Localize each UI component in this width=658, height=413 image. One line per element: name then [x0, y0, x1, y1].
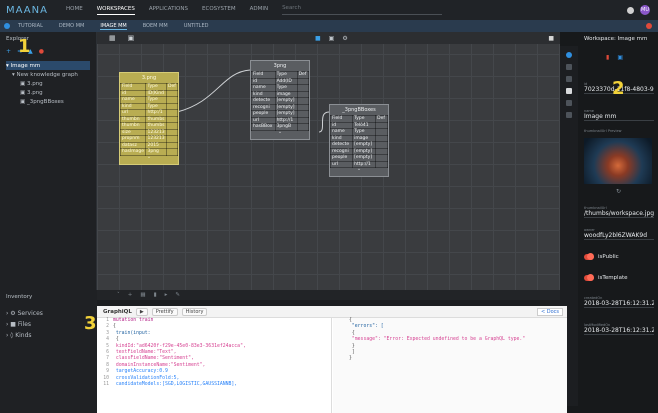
- maana-logo[interactable]: MAANA: [6, 5, 60, 16]
- history-button[interactable]: History: [181, 307, 208, 316]
- node-title: 3.png: [141, 75, 157, 81]
- inventory-title: Inventory: [6, 294, 33, 300]
- node-title: _3pngBBoxes: [342, 107, 376, 113]
- prettify-button[interactable]: Prettify: [151, 307, 178, 316]
- bottom-toolbar: ˅ + ▦ ▮ ▸ ✎: [97, 290, 560, 300]
- workspace-tabs: TUTORIAL DEMO MM IMAGE MM BOEM MM UNTITL…: [18, 23, 208, 30]
- tab-tutorial[interactable]: TUTORIAL: [18, 23, 43, 30]
- table-row[interactable]: hasImage 3png: [119, 148, 179, 156]
- is-template-toggle-row: isTemplate: [584, 274, 628, 281]
- edit-icon[interactable]: ✎: [175, 292, 180, 298]
- search-input[interactable]: Search: [282, 5, 443, 15]
- run-icon[interactable]: ▸: [165, 292, 168, 298]
- inventory-item-files[interactable]: › ■ Files: [6, 319, 91, 330]
- trash-icon[interactable]: ▮: [154, 292, 157, 298]
- save-icon[interactable]: ▣: [617, 54, 623, 61]
- nav-home[interactable]: HOME: [66, 6, 83, 15]
- code-icon[interactable]: [566, 112, 572, 118]
- annotation-marker-1: 1: [18, 36, 31, 57]
- top-nav: HOME WORKSPACES APPLICATIONS ECOSYSTEM A…: [66, 6, 268, 15]
- thumbnail-preview-label: thumbnailUrl Preview: [584, 129, 622, 133]
- tab-demo-mm[interactable]: DEMO MM: [59, 23, 84, 30]
- tab-boem-mm[interactable]: BOEM MM: [143, 23, 168, 30]
- is-template-toggle[interactable]: [584, 274, 594, 281]
- thumbnail-preview-image: [584, 138, 652, 184]
- graph-canvas[interactable]: ▦ ▣ ■ ▣ ⚙ ■ 3.png Field Type Def id ID(Ki…: [97, 32, 560, 290]
- add-icon[interactable]: +: [6, 48, 11, 55]
- refresh-icon[interactable]: ↻: [616, 188, 621, 195]
- field-created-on: createdOn 2018-03-28T16:12:31.249: [584, 296, 654, 308]
- graphiql-title: GraphiQL: [103, 308, 132, 315]
- tree-item-image-mm[interactable]: ▾ Image mm: [6, 61, 90, 70]
- docs-button[interactable]: < Docs: [536, 308, 563, 316]
- table-row[interactable]: hasBBox 3pngB: [251, 123, 310, 131]
- record-icon[interactable]: [646, 23, 652, 29]
- properties-panel: Workspace: Image mm ▮ ▣ id 7023370d-11f8…: [560, 32, 658, 413]
- inventory-item-kinds[interactable]: › ◊ Kinds: [6, 330, 91, 341]
- chevron-up-icon[interactable]: ˄: [120, 156, 178, 164]
- add-icon[interactable]: +: [128, 292, 133, 298]
- tree-item-knowledge-graph[interactable]: ▾ New knowledge graph: [6, 70, 90, 79]
- collapse-icon[interactable]: ˅: [117, 292, 120, 298]
- table-row[interactable]: url http://1: [329, 160, 388, 168]
- trash-icon[interactable]: ▮: [606, 54, 609, 61]
- delete-icon[interactable]: ●: [39, 48, 44, 55]
- annotation-marker-3: 3: [84, 313, 97, 334]
- node-title: 3png: [273, 63, 287, 69]
- nav-applications[interactable]: APPLICATIONS: [149, 6, 188, 15]
- nav-ecosystem[interactable]: ECOSYSTEM: [202, 6, 236, 15]
- eye-icon[interactable]: [566, 64, 572, 70]
- field-name[interactable]: name Image mm: [584, 109, 654, 121]
- graphiql-toolbar: GraphiQL ▶ Prettify History < Docs: [97, 306, 567, 318]
- query-editor[interactable]: 1 mutation train 2{ 3 train(input: 4 { 5 …: [97, 318, 332, 413]
- workspace-menu-icon[interactable]: [4, 23, 10, 29]
- node-fields-table: Field Type Def id ID(Kind name Type kind Ty…: [119, 83, 179, 156]
- explorer-title: Explorer: [6, 36, 29, 42]
- graphiql-panel: GraphiQL ▶ Prettify History < Docs 1 muta…: [97, 306, 567, 413]
- info-icon[interactable]: [566, 52, 572, 58]
- workspace-tabbar: TUTORIAL DEMO MM IMAGE MM BOEM MM UNTITL…: [0, 20, 658, 32]
- inventory-item-services[interactable]: › ⚙ Services: [6, 308, 91, 319]
- kind-node-3pngbboxes[interactable]: _3pngBBoxes Field Type Def id Telö41 name…: [329, 104, 389, 177]
- avatar[interactable]: MU: [640, 5, 650, 15]
- tab-untitled[interactable]: UNTITLED: [184, 23, 209, 30]
- node-fields-table: Field Type Def id Telö41 name Type kind ima…: [329, 115, 388, 168]
- run-button[interactable]: ▶: [135, 307, 148, 316]
- help-icon[interactable]: [627, 6, 634, 14]
- chevron-up-icon[interactable]: ˄: [330, 168, 388, 176]
- bulb-icon[interactable]: [566, 88, 572, 94]
- node-fields-table: Field Type Def id Add(ID name Type kind ima…: [251, 71, 310, 131]
- field-thumbnail-url[interactable]: thumbnailUrl /thumbs/workspace.jpg: [584, 206, 654, 218]
- nav-workspaces[interactable]: WORKSPACES: [96, 6, 135, 15]
- kind-node-3png-grey[interactable]: 3png Field Type Def id Add(ID name Type ki…: [250, 60, 310, 140]
- explorer-toolbar: + < ▲ ●: [0, 46, 96, 57]
- result-line: }: [349, 356, 352, 362]
- code-line: 11 candidateModels:[SGD,LOGISTIC,GAUSSIA…: [103, 381, 238, 387]
- top-bar: MAANA HOME WORKSPACES APPLICATIONS ECOSY…: [0, 0, 658, 20]
- tree-item-3png[interactable]: ▣ 3.png: [6, 79, 90, 88]
- result-viewer[interactable]: { "errors": [ { "message": "Error: Expec…: [333, 318, 567, 413]
- chevron-up-icon[interactable]: ˄: [251, 131, 309, 139]
- is-public-toggle[interactable]: [584, 253, 594, 260]
- filter-icon[interactable]: [566, 76, 572, 82]
- nav-admin[interactable]: ADMIN: [250, 6, 268, 15]
- annotation-marker-2: 2: [612, 78, 625, 99]
- inventory-panel: Inventory › ⚙ Services › ■ Files › ◊ Kin…: [0, 290, 97, 413]
- tab-image-mm[interactable]: IMAGE MM: [100, 23, 127, 30]
- is-public-toggle-row: isPublic: [584, 253, 619, 260]
- tree-item-3pngbboxes[interactable]: ▣ _3pngBBoxes: [6, 97, 90, 106]
- kind-node-3png-yellow[interactable]: 3.png Field Type Def id ID(Kind name Type …: [119, 72, 179, 165]
- field-owner[interactable]: owner woodfLy2bl6ZWAK9d: [584, 228, 654, 240]
- field-last-modified: lastModifiedOn 2018-03-28T16:12:31.249: [584, 323, 654, 335]
- properties-actions: ▮ ▣: [606, 54, 623, 61]
- list-icon[interactable]: [566, 100, 572, 106]
- inventory-list: › ⚙ Services › ■ Files › ◊ Kinds: [0, 304, 97, 345]
- top-right-controls: MU: [627, 5, 650, 15]
- explorer-tree: ▾ Image mm ▾ New knowledge graph ▣ 3.png…: [0, 57, 96, 110]
- tree-item-3png-2[interactable]: ▣ 3.png: [6, 88, 90, 97]
- grid-icon[interactable]: ▦: [140, 292, 145, 298]
- explorer-panel: Explorer + < ▲ ● ▾ Image mm ▾ New knowle…: [0, 32, 97, 290]
- properties-title: Workspace: Image mm: [584, 36, 648, 42]
